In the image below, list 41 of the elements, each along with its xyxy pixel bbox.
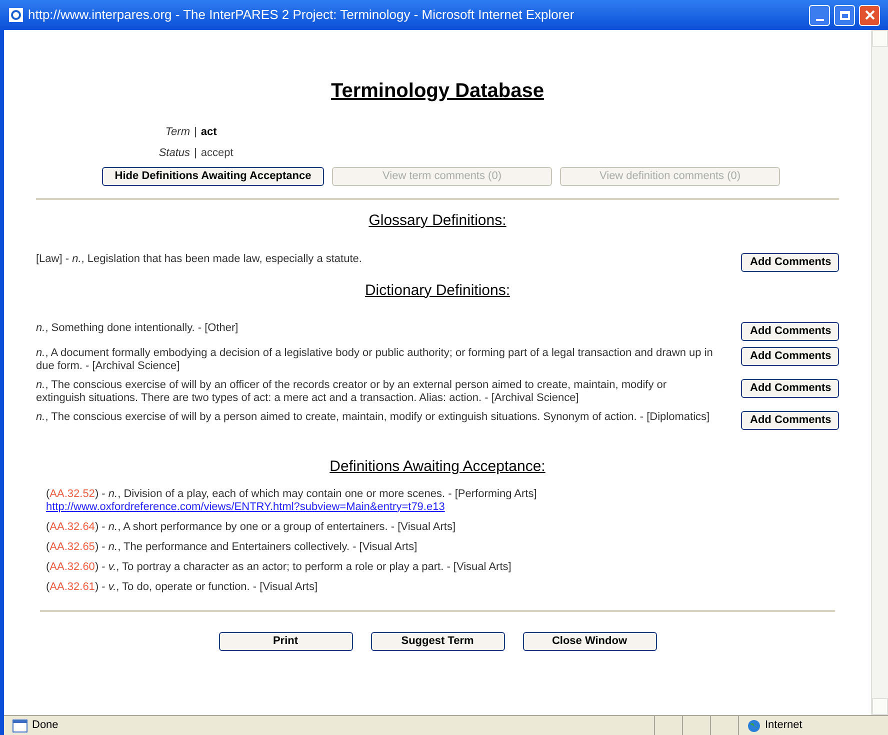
page-icon (12, 718, 28, 732)
close-icon (864, 10, 874, 20)
definition-text: (AA.32.65) - n., The performance and Entertainers collectively. - [Visual Arts] (46, 540, 418, 554)
add-comments-button[interactable]: Add Comments (741, 322, 839, 341)
definition-text: n., The conscious exercise of will by an officer of the records creator or by an external person aimed to create, maintain, modify or extinguish situations. There are two types of act: a mere act and a transaction. Alias: action. - [Archival Science] (36, 379, 668, 405)
minimize-button[interactable] (809, 4, 830, 26)
field-value: accept (200, 146, 234, 160)
field-value: act (200, 125, 217, 140)
action-button[interactable]: Close Window (522, 632, 656, 650)
section-heading: Definitions Awaiting Acceptance: (330, 457, 546, 477)
field-label: Status (158, 146, 190, 160)
field-label: Term (164, 125, 190, 140)
definition-text: (AA.32.52) - n., Division of a play, each of which may contain one or more scenes. - [Performing Arts] (46, 488, 538, 500)
maximize-button[interactable] (834, 4, 855, 26)
definition-text: (AA.32.61) - v., To do, operate or function. - [Visual Arts] (46, 580, 319, 594)
close-button[interactable] (859, 4, 880, 26)
definition-text: [Law] - n., Legislation that has been made law, especially a statute. (36, 252, 362, 266)
action-button[interactable]: Suggest Term (370, 632, 504, 650)
field-separator: | (194, 146, 197, 160)
definition-text: (AA.32.64) - n., A short performance by one or a group of entertainers. - [Visual Arts] (46, 520, 457, 534)
toolbar-button[interactable]: Hide Definitions Awaiting Acceptance (102, 167, 324, 186)
window-title: http://www.interpares.org - The InterPARES 2 Project: Terminology - Microsoft Internet Explorer (28, 6, 576, 24)
add-comments-button[interactable]: Add Comments (741, 252, 839, 272)
add-comments-button[interactable]: Add Comments (741, 347, 839, 366)
globe-icon (747, 718, 761, 732)
status-text: Done (32, 718, 60, 734)
browser-icon (8, 7, 24, 23)
section-heading: Dictionary Definitions: (364, 280, 510, 300)
add-comments-button[interactable]: Add Comments (741, 379, 839, 398)
field-separator: | (194, 125, 197, 140)
page-title: Terminology Database (330, 79, 544, 104)
section-heading: Glossary Definitions: (368, 211, 506, 231)
definition-text: (AA.32.60) - v., To portray a character as an actor; to perform a role or play a part. - [Visual Arts] (46, 560, 512, 574)
definition-text: n., Something done intentionally. - [Other] (36, 322, 238, 335)
add-comments-button[interactable]: Add Comments (741, 411, 839, 430)
zone-text: Internet (765, 718, 802, 734)
action-button[interactable]: Print (218, 632, 352, 650)
reference-link[interactable]: http://www.oxfordreference.com/views/ENTRY.html?subview=Main&entry=t79.e13 (46, 500, 445, 514)
definition-text: n., The conscious exercise of will by a person aimed to create, maintain, modify or extinguish situations. Synonym of action. - [Diplomatics] (36, 411, 710, 424)
definition-text: n., A document formally embodying a decision of a legislative body or public authority; or forming part of a legal transaction and drawn up in due form. - [Archival Science] (36, 347, 714, 373)
scrollbar[interactable] (871, 30, 888, 715)
